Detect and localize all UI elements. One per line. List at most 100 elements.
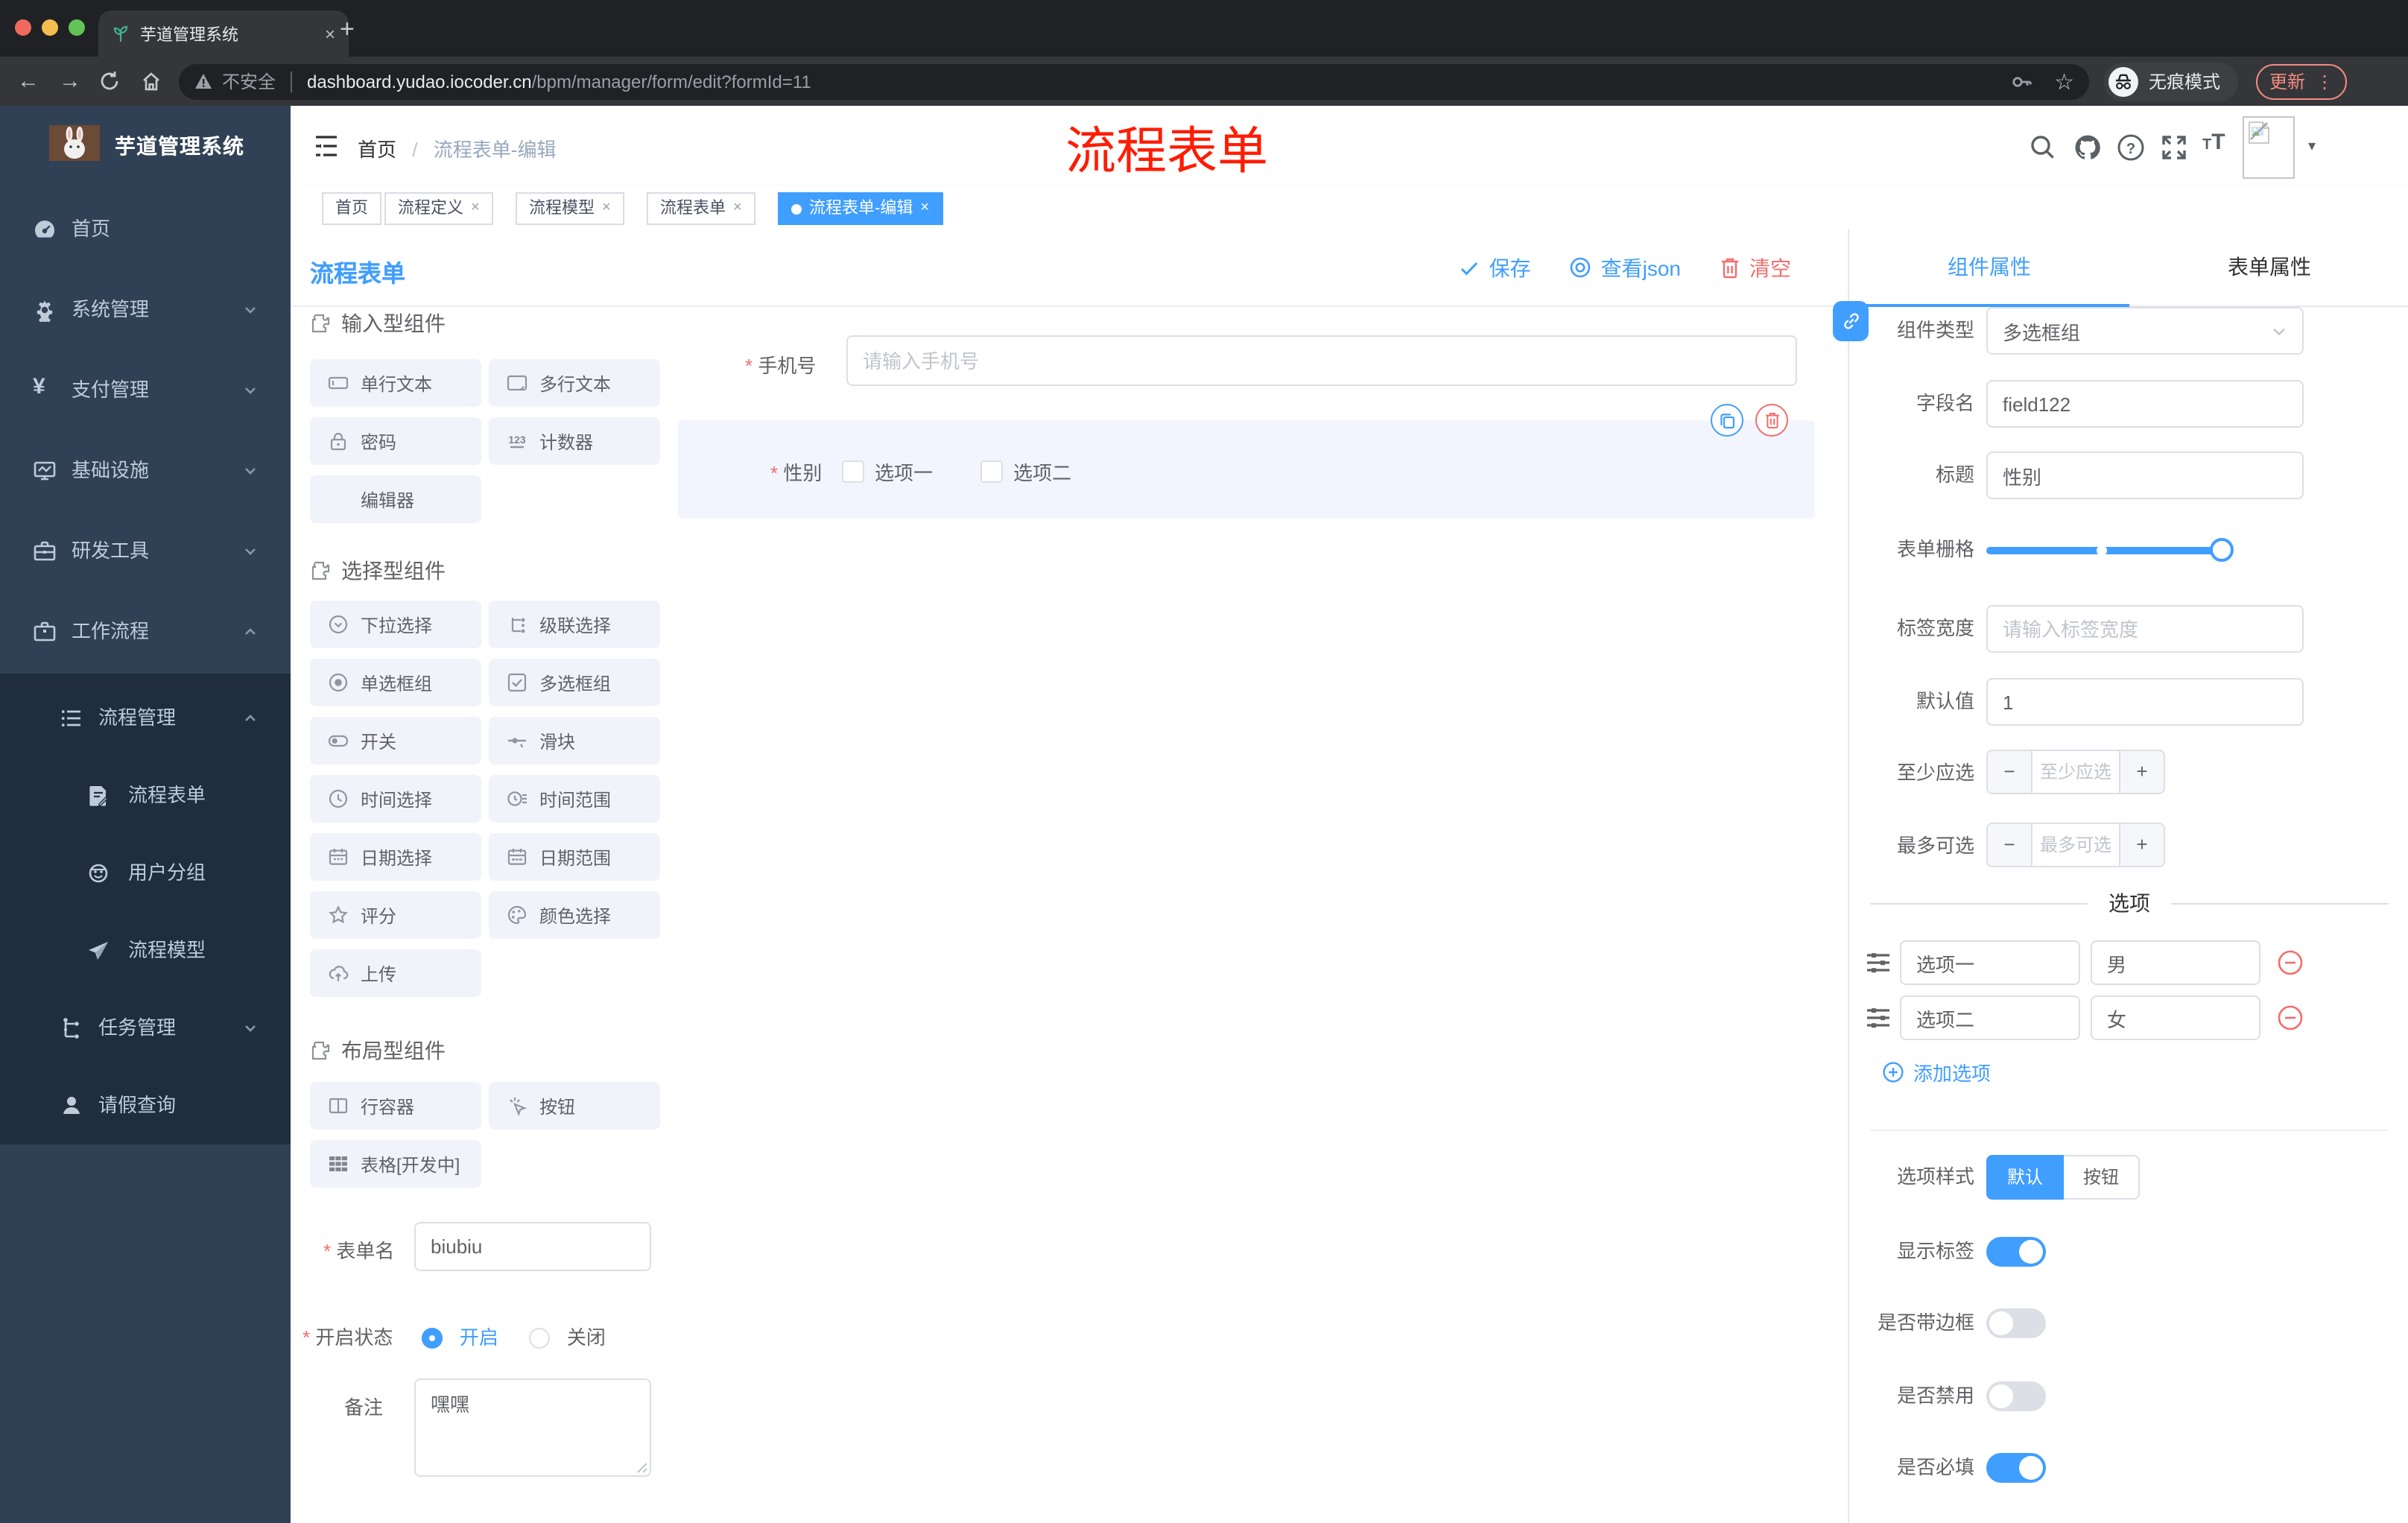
form-name-input[interactable] [414, 1222, 651, 1271]
close-icon[interactable]: × [471, 194, 480, 224]
sidebar-item-process-form[interactable]: 流程表单 [0, 757, 291, 835]
palette-item-color-picker[interactable]: 颜色选择 [489, 891, 660, 939]
sidebar-fold-icon[interactable] [313, 133, 340, 159]
help-icon[interactable]: ? [2116, 133, 2146, 162]
default-value-input[interactable] [1986, 678, 2304, 726]
remark-textarea[interactable]: 嘿嘿 [414, 1378, 651, 1477]
close-icon[interactable]: × [733, 194, 742, 224]
drag-handle-icon[interactable] [1866, 951, 1891, 975]
palette-item-slider[interactable]: 滑块 [489, 717, 660, 764]
bookmark-star-icon[interactable]: ☆ [2054, 68, 2074, 95]
browser-menu-icon[interactable]: ⋮ [2316, 71, 2333, 92]
title-input[interactable] [1986, 452, 2304, 499]
github-icon[interactable] [2073, 133, 2103, 162]
sidebar-item-user-group[interactable]: 用户分组 [0, 835, 291, 912]
remove-option-icon[interactable] [2277, 1004, 2304, 1031]
palette-item-radio-group[interactable]: 单选框组 [310, 659, 481, 706]
tab-close-icon[interactable]: × [325, 23, 335, 44]
fullscreen-icon[interactable] [2159, 133, 2189, 162]
palette-item-single-text[interactable]: 单行文本 [310, 359, 481, 407]
minus-button[interactable]: − [1988, 751, 2032, 793]
palette-item-row-container[interactable]: 行容器 [310, 1082, 481, 1130]
avatar-caret-icon[interactable]: ▾ [2308, 139, 2316, 155]
remove-option-icon[interactable] [2277, 949, 2304, 976]
search-icon[interactable] [2028, 133, 2058, 162]
component-type-select[interactable]: 多选框组 [1986, 307, 2304, 355]
view-json-button[interactable]: 查看json [1570, 253, 1681, 282]
palette-item-select[interactable]: 下拉选择 [310, 601, 481, 648]
palette-item-cascader[interactable]: 级联选择 [489, 601, 660, 648]
tag-process-model[interactable]: 流程模型 × [516, 192, 624, 225]
palette-item-date-range[interactable]: 日期范围 [489, 833, 660, 881]
palette-item-button[interactable]: 按钮 [489, 1082, 660, 1130]
home-icon[interactable] [140, 70, 167, 92]
plus-button[interactable]: + [2119, 751, 2164, 793]
delete-component-button[interactable] [1755, 404, 1788, 437]
sidebar-item-process-model[interactable]: 流程模型 [0, 912, 291, 990]
status-radio-off[interactable]: 关闭 [529, 1322, 606, 1352]
palette-item-time-range[interactable]: 时间范围 [489, 775, 660, 823]
phone-field-input[interactable] [846, 335, 1797, 386]
palette-item-counter[interactable]: 123 计数器 [489, 417, 660, 465]
close-icon[interactable]: × [920, 194, 929, 224]
sidebar-item-workflow[interactable]: 工作流程 [0, 592, 291, 672]
plus-button[interactable]: + [2119, 824, 2164, 866]
tag-home[interactable]: 首页 [322, 192, 381, 225]
new-tab-button[interactable]: + [340, 16, 355, 42]
show-label-switch[interactable] [1986, 1237, 2046, 1267]
palette-item-upload[interactable]: 上传 [310, 949, 481, 997]
style-button-button[interactable]: 按钮 [2064, 1155, 2141, 1200]
add-option-button[interactable]: 添加选项 [1882, 1058, 1991, 1086]
palette-item-rate[interactable]: 评分 [310, 891, 481, 939]
palette-item-editor[interactable]: 编辑器 [310, 475, 481, 523]
update-button[interactable]: 更新 ⋮ [2256, 63, 2348, 99]
max-select-value[interactable]: 最多可选 [2032, 824, 2119, 866]
sidebar-item-system[interactable]: 系统管理 [0, 270, 291, 350]
sidebar-item-devtools[interactable]: 研发工具 [0, 511, 291, 592]
palette-item-multi-text[interactable]: 多行文本 [489, 359, 660, 407]
min-select-value[interactable]: 至少应选 [2032, 751, 2119, 793]
window-minimize-button[interactable] [42, 19, 58, 36]
gender-option-2[interactable]: 选项二 [980, 457, 1071, 486]
tag-process-form-edit[interactable]: 流程表单-编辑 × [778, 192, 943, 225]
reload-icon[interactable] [98, 70, 125, 92]
tag-process-definition[interactable]: 流程定义 × [384, 192, 493, 225]
sidebar-item-task-manage[interactable]: 任务管理 [0, 990, 291, 1067]
forward-icon[interactable]: → [57, 69, 83, 94]
gender-option-1[interactable]: 选项一 [842, 457, 933, 486]
browser-tab[interactable]: 芋道管理系统 × [98, 10, 349, 57]
tag-process-form[interactable]: 流程表单 × [647, 192, 755, 225]
palette-item-checkbox-group[interactable]: 多选框组 [489, 659, 660, 706]
required-switch[interactable] [1986, 1453, 2046, 1483]
save-button[interactable]: 保存 [1460, 253, 1531, 282]
field-name-input[interactable] [1986, 380, 2304, 428]
slider-handle[interactable] [2210, 538, 2234, 562]
sidebar-item-process-manage[interactable]: 流程管理 [0, 680, 291, 757]
address-bar[interactable]: 不安全 dashboard.yudao.iocoder.cn/bpm/manag… [179, 63, 2089, 99]
font-size-icon[interactable]: TT [2202, 130, 2232, 159]
option-value-input[interactable] [2091, 940, 2260, 985]
grid-slider[interactable] [1986, 538, 2234, 562]
window-close-button[interactable] [15, 19, 31, 36]
option-value-input[interactable] [2091, 995, 2260, 1040]
palette-item-time-picker[interactable]: 时间选择 [310, 775, 481, 823]
palette-item-switch[interactable]: 开关 [310, 717, 481, 764]
label-width-input[interactable] [1986, 605, 2304, 653]
palette-item-date-picker[interactable]: 日期选择 [310, 833, 481, 881]
option-label-input[interactable] [1900, 995, 2080, 1040]
window-zoom-button[interactable] [69, 19, 85, 36]
option-label-input[interactable] [1900, 940, 2080, 985]
minus-button[interactable]: − [1988, 824, 2032, 866]
clear-button[interactable]: 清空 [1720, 253, 1791, 282]
breadcrumb-home[interactable]: 首页 [358, 139, 396, 161]
style-default-button[interactable]: 默认 [1986, 1155, 2065, 1200]
palette-item-password[interactable]: 密码 [310, 417, 481, 465]
avatar[interactable] [2243, 116, 2295, 179]
sidebar-item-home[interactable]: 首页 [0, 189, 291, 270]
back-icon[interactable]: ← [15, 69, 42, 94]
copy-component-button[interactable] [1711, 404, 1743, 437]
sidebar-logo[interactable]: 芋道管理系统 [0, 106, 291, 180]
drag-handle-icon[interactable] [1866, 1006, 1891, 1030]
tab-form-props[interactable]: 表单属性 [2129, 229, 2408, 305]
border-switch[interactable] [1986, 1308, 2046, 1338]
